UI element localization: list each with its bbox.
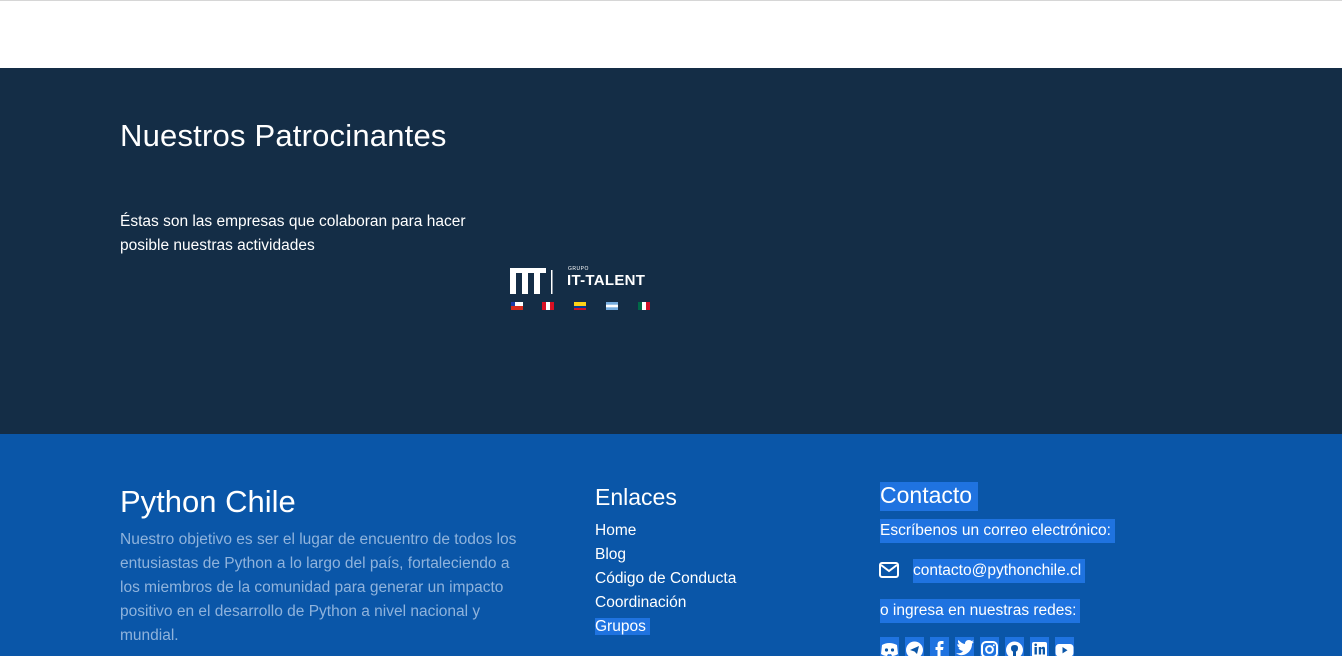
footer-link-coordination[interactable]: Coordinación <box>595 594 686 611</box>
envelope-icon <box>879 562 899 578</box>
sponsors-description: Éstas son las empresas que colaboran par… <box>120 213 466 254</box>
footer-link-home[interactable]: Home <box>595 522 636 539</box>
footer-link-item: Blog <box>595 543 736 567</box>
footer-brand-description: Nuestro objetivo es ser el lugar de encu… <box>120 531 517 644</box>
footer-link-groups[interactable]: Grupos <box>595 618 650 635</box>
twitter-icon[interactable] <box>955 637 974 656</box>
github-icon[interactable] <box>1005 637 1024 656</box>
discord-icon[interactable] <box>880 637 899 656</box>
youtube-icon[interactable] <box>1055 637 1074 656</box>
footer-link-item: Home <box>595 519 736 543</box>
top-white-strip <box>0 0 1342 68</box>
linkedin-icon[interactable] <box>1030 637 1049 656</box>
footer-brand-title: Python Chile <box>120 484 296 519</box>
footer-link-item: Código de Conducta <box>595 567 736 591</box>
contact-email-link[interactable]: contacto@pythonchile.cl <box>913 559 1086 583</box>
sponsors-section: Nuestros Patrocinantes Éstas son las emp… <box>0 68 1342 434</box>
social-prompt: o ingresa en nuestras redes: <box>880 599 1081 623</box>
email-prompt: Escríbenos un correo electrónico: <box>880 519 1115 543</box>
footer-contact-title: Contacto <box>880 482 979 511</box>
telegram-icon[interactable] <box>905 637 924 656</box>
footer-link-item: Grupos <box>595 615 736 639</box>
footer-link-code-of-conduct[interactable]: Código de Conducta <box>595 570 736 587</box>
site-footer: Python Chile Nuestro objetivo es ser el … <box>0 434 1342 656</box>
footer-links-title: Enlaces <box>595 484 677 510</box>
instagram-icon[interactable] <box>980 637 999 656</box>
footer-link-item: Coordinación <box>595 591 736 615</box>
it-talent-logo[interactable]: GRUPO IT-TALENT <box>508 264 668 314</box>
footer-links-list: Home Blog Código de Conducta Coordinació… <box>595 519 736 639</box>
facebook-icon[interactable] <box>930 637 949 656</box>
sponsors-title: Nuestros Patrocinantes <box>120 118 447 153</box>
logo-wordmark: IT-TALENT <box>567 272 646 289</box>
social-links <box>880 637 1074 656</box>
footer-link-blog[interactable]: Blog <box>595 546 626 563</box>
